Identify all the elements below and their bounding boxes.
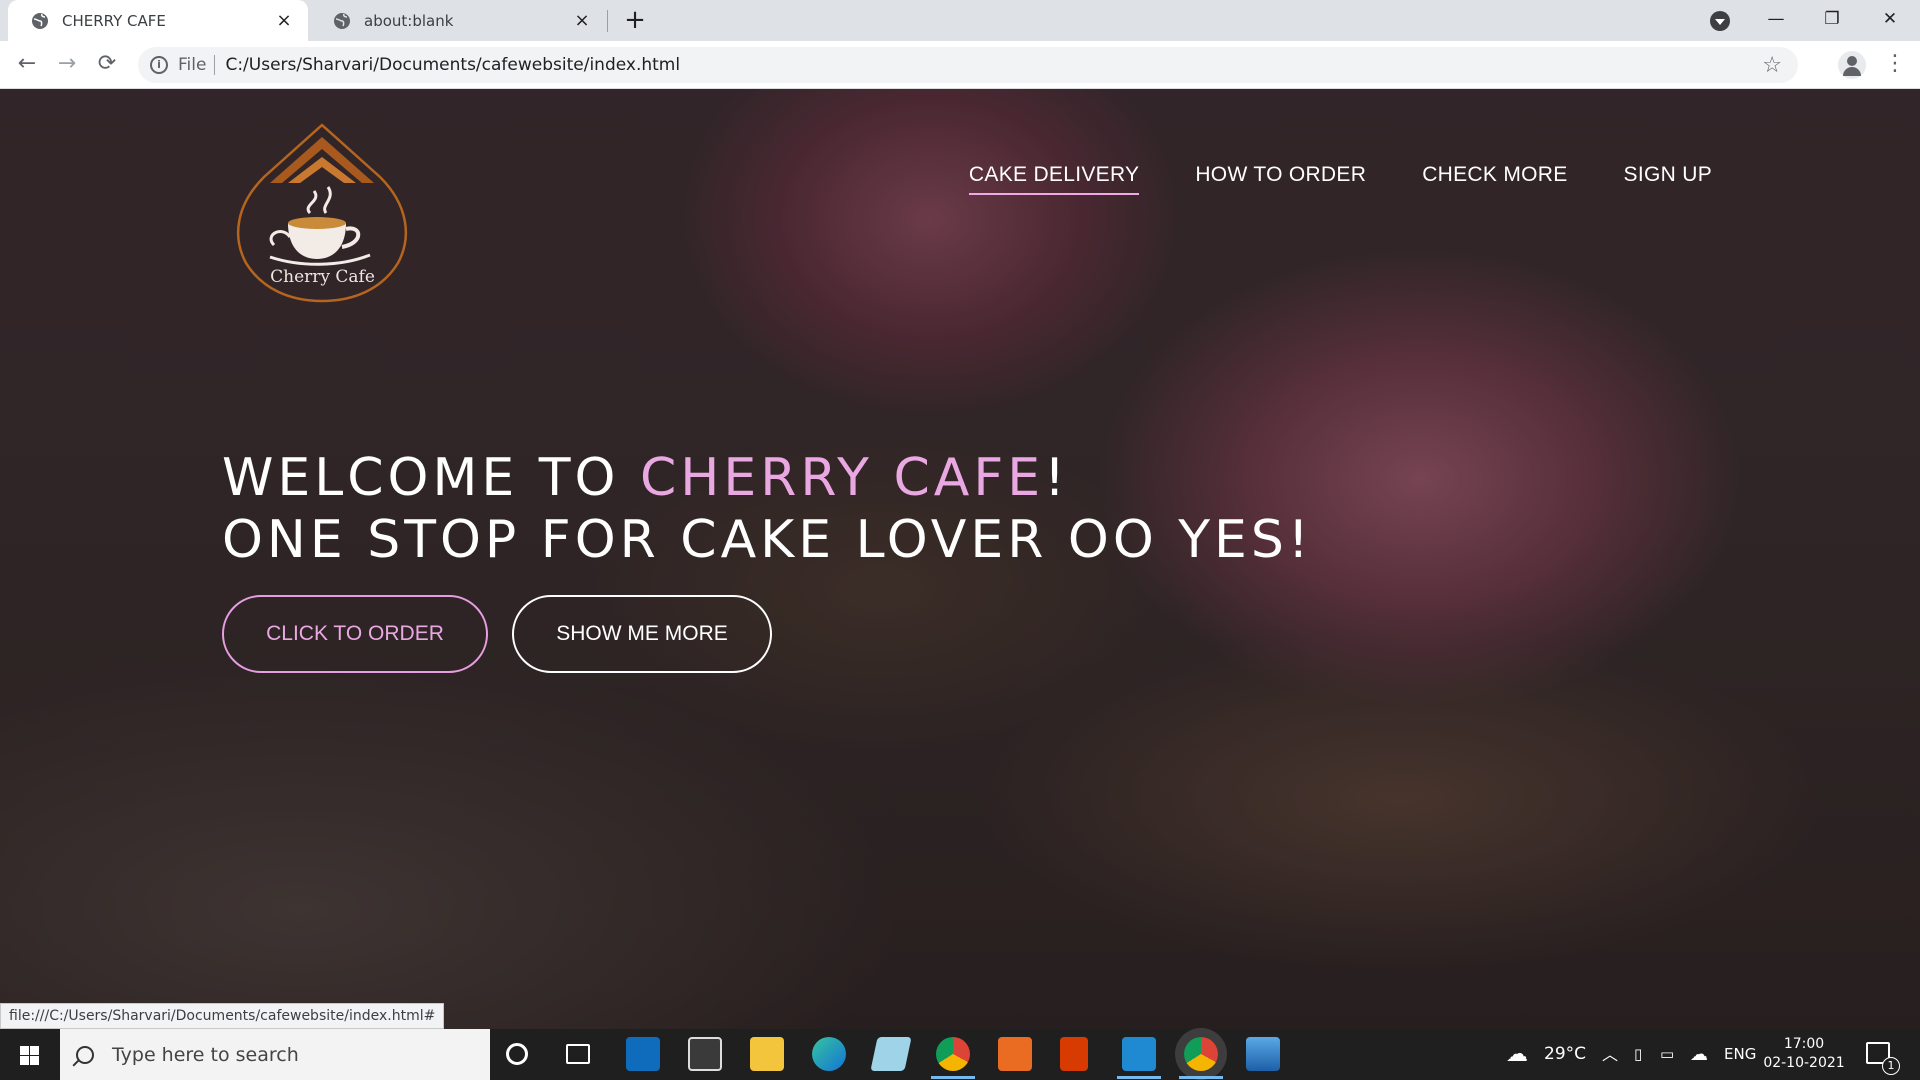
- globe-icon: [30, 11, 50, 31]
- profile-avatar-icon[interactable]: [1838, 51, 1866, 79]
- nav-cake-delivery[interactable]: CAKE DELIVERY: [968, 163, 1140, 195]
- language-indicator[interactable]: ENG: [1724, 1029, 1756, 1080]
- hero-exclamation: !: [1044, 448, 1069, 508]
- windows-taskbar: Type here to search ☁ 29°C ︿ ▯ ▭ ☁ ENG 1…: [0, 1029, 1920, 1080]
- store-icon[interactable]: [688, 1037, 722, 1071]
- mail-icon[interactable]: [626, 1037, 660, 1071]
- scheme-label: File: [178, 55, 207, 75]
- onedrive-cloud-icon[interactable]: ☁: [1690, 1029, 1708, 1080]
- main-nav: CAKE DELIVERY HOW TO ORDER CHECK MORE SI…: [968, 163, 1712, 195]
- nav-check-more[interactable]: CHECK MORE: [1422, 163, 1567, 195]
- office-icon[interactable]: [1060, 1037, 1088, 1071]
- search-placeholder: Type here to search: [112, 1043, 299, 1066]
- globe-icon: [332, 11, 352, 31]
- cherry-cafe-logo[interactable]: Cherry Cafe: [230, 117, 415, 307]
- cortana-icon[interactable]: [506, 1043, 528, 1065]
- task-view-icon[interactable]: [566, 1044, 590, 1064]
- windows-start-icon[interactable]: [0, 1029, 58, 1080]
- battery-icon[interactable]: ▭: [1660, 1029, 1674, 1080]
- click-to-order-button[interactable]: CLICK TO ORDER: [222, 595, 488, 673]
- show-me-more-button[interactable]: SHOW ME MORE: [512, 595, 772, 673]
- edge-icon[interactable]: [812, 1037, 846, 1071]
- taskbar-clock[interactable]: 17:00 02-10-2021: [1762, 1035, 1846, 1073]
- tab-divider: [607, 10, 608, 32]
- photos-icon[interactable]: [1246, 1037, 1280, 1071]
- clock-time: 17:00: [1783, 1036, 1825, 1052]
- omnibox-divider: [214, 55, 216, 75]
- tab-title: CHERRY CAFE: [62, 11, 166, 30]
- notification-count-badge: 1: [1882, 1057, 1900, 1075]
- nav-sign-up[interactable]: SIGN UP: [1624, 163, 1712, 195]
- close-window-button[interactable]: ✕: [1862, 0, 1918, 41]
- close-tab-icon[interactable]: ×: [274, 10, 294, 31]
- device-icon[interactable]: ▯: [1634, 1029, 1642, 1080]
- reload-button[interactable]: ⟳: [90, 47, 124, 81]
- hero-buttons: CLICK TO ORDER SHOW ME MORE: [222, 595, 772, 673]
- hero-section: Cherry Cafe CAKE DELIVERY HOW TO ORDER C…: [0, 89, 1920, 1029]
- tab-title: about:blank: [364, 11, 454, 30]
- tab-search-icon[interactable]: [1710, 11, 1730, 31]
- restore-button[interactable]: ❐: [1804, 0, 1860, 41]
- hero-line-2: ONE STOP FOR CAKE LOVER OO YES!: [222, 510, 1313, 570]
- weather-cloud-icon[interactable]: ☁: [1506, 1029, 1528, 1080]
- office-files-icon[interactable]: [998, 1037, 1032, 1071]
- browser-menu-button[interactable]: ⋮: [1880, 47, 1910, 81]
- tab-about-blank[interactable]: about:blank ×: [310, 0, 606, 41]
- hero-welcome-text: WELCOME TO: [222, 448, 640, 508]
- back-button[interactable]: ←: [10, 47, 44, 81]
- file-explorer-icon[interactable]: [750, 1037, 784, 1071]
- address-bar[interactable]: i File C:/Users/Sharvari/Documents/cafew…: [138, 47, 1798, 83]
- new-tab-button[interactable]: +: [620, 6, 650, 36]
- vscode-icon[interactable]: [1117, 1037, 1161, 1079]
- site-info-icon[interactable]: i: [150, 56, 168, 74]
- hero-heading: WELCOME TO CHERRY CAFE! ONE STOP FOR CAK…: [222, 447, 1313, 571]
- tab-cherry-cafe[interactable]: CHERRY CAFE ×: [8, 0, 308, 41]
- nav-how-to-order[interactable]: HOW TO ORDER: [1195, 163, 1366, 195]
- forward-button[interactable]: →: [50, 47, 84, 81]
- clock-date: 02-10-2021: [1763, 1055, 1845, 1071]
- show-hidden-icons-chevron-icon[interactable]: ︿: [1602, 1029, 1618, 1080]
- bookmark-star-icon[interactable]: ☆: [1762, 53, 1782, 78]
- chrome-icon[interactable]: [1179, 1037, 1223, 1079]
- notes-icon[interactable]: [870, 1037, 912, 1071]
- weather-temp[interactable]: 29°C: [1544, 1029, 1586, 1080]
- browser-toolbar: ← → ⟳ i File C:/Users/Sharvari/Documents…: [0, 41, 1920, 89]
- logo-text: Cherry Cafe: [270, 267, 375, 287]
- url-text[interactable]: C:/Users/Sharvari/Documents/cafewebsite/…: [225, 55, 680, 75]
- search-icon: [76, 1045, 94, 1064]
- close-tab-icon[interactable]: ×: [572, 10, 592, 31]
- link-status-bar: file:///C:/Users/Sharvari/Documents/cafe…: [0, 1003, 445, 1029]
- chrome-alt-icon[interactable]: [931, 1037, 975, 1079]
- taskbar-search-input[interactable]: Type here to search: [60, 1029, 490, 1080]
- hero-brand-text: CHERRY CAFE: [639, 448, 1045, 508]
- hero-line-1: WELCOME TO CHERRY CAFE!: [222, 447, 1313, 509]
- browser-tab-strip: CHERRY CAFE × about:blank × + — ❐ ✕: [0, 0, 1920, 41]
- minimize-button[interactable]: —: [1748, 0, 1804, 41]
